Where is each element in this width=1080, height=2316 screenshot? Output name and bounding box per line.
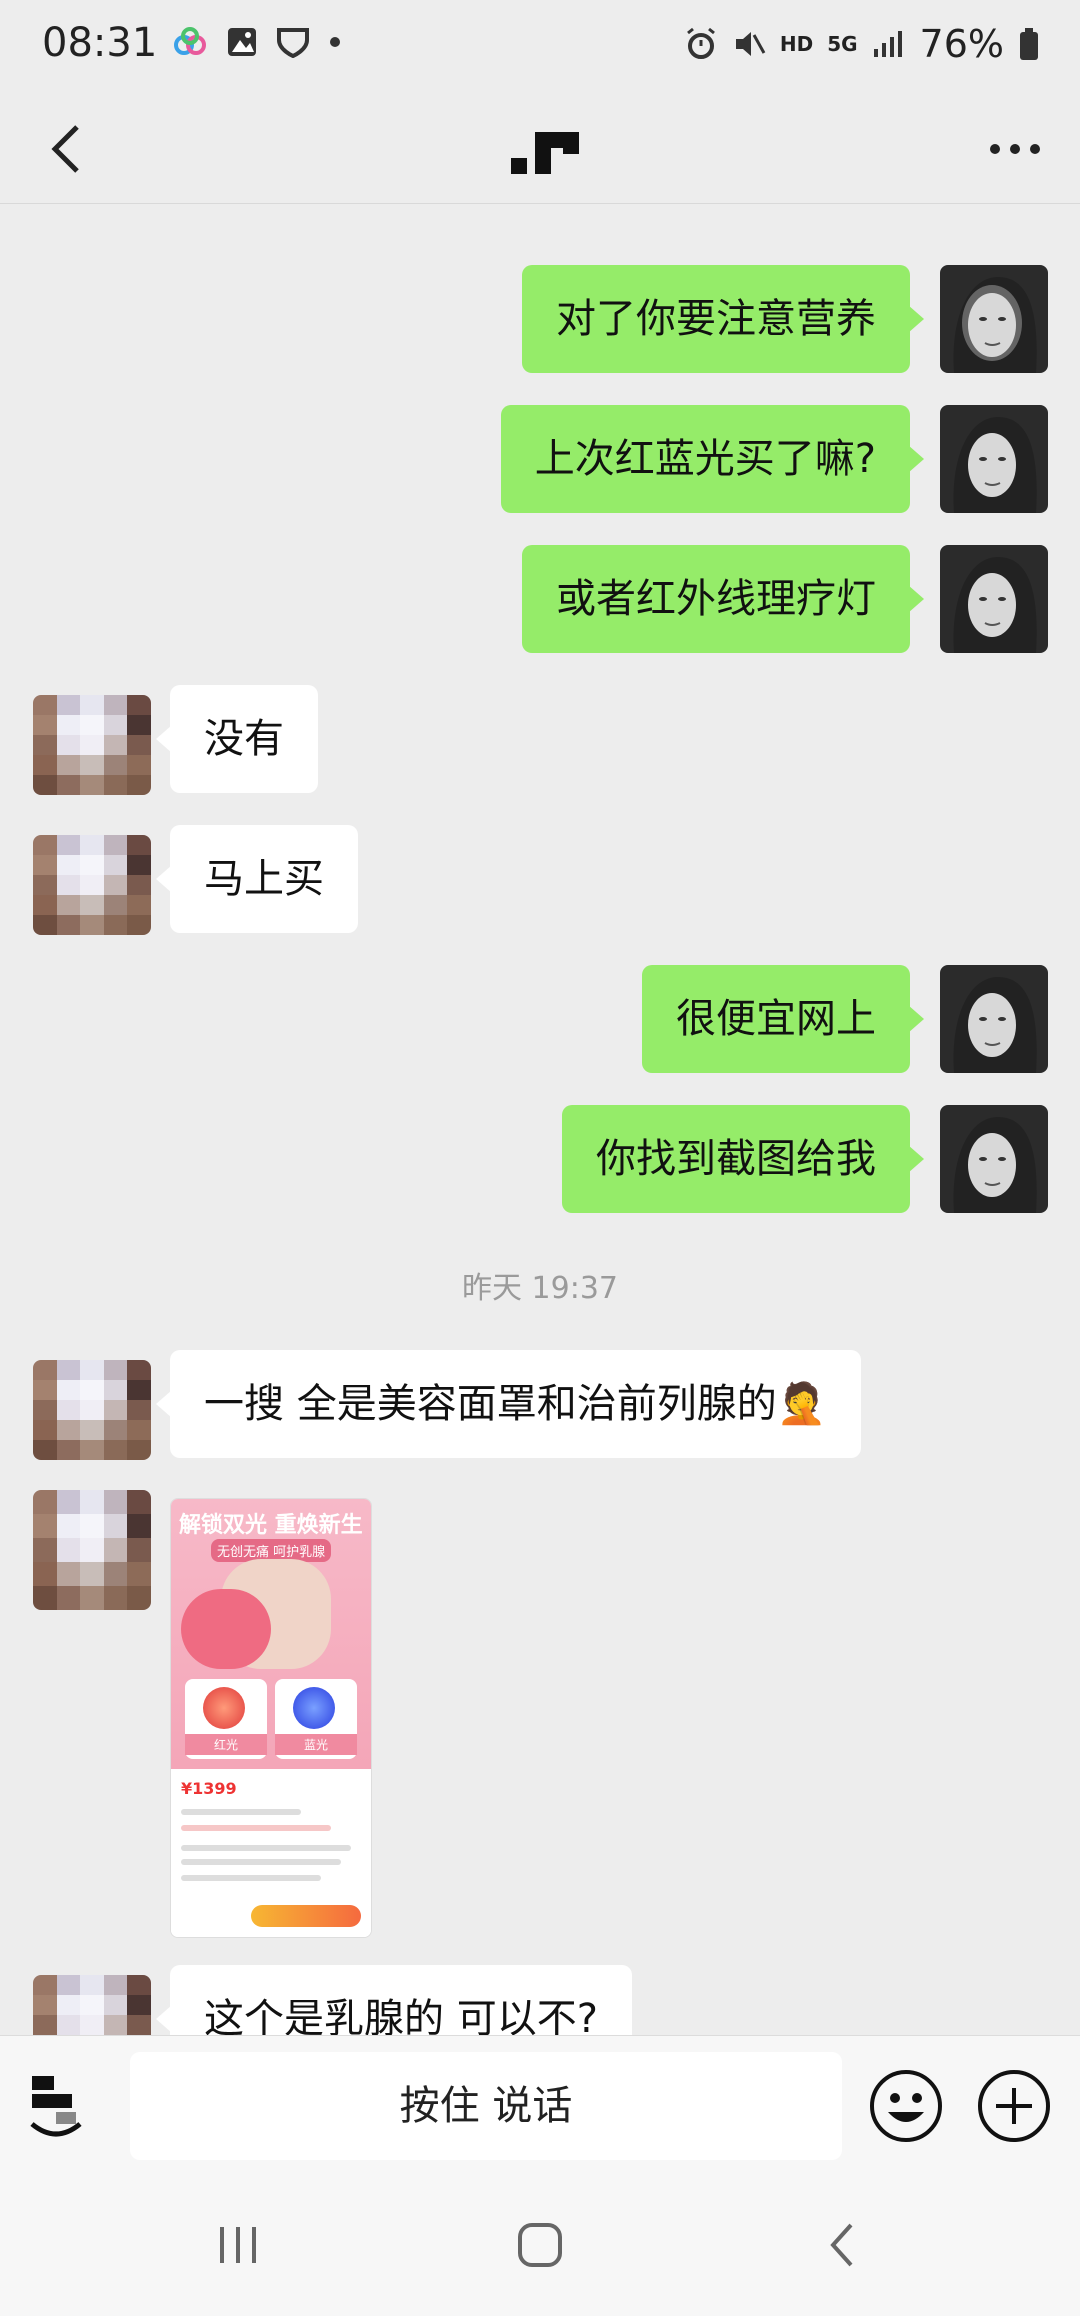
chat-input-bar: 按住 说话 xyxy=(0,2035,1080,2175)
hd-label: HD xyxy=(779,32,814,56)
app-logo-icon xyxy=(511,132,579,174)
my-avatar[interactable] xyxy=(940,405,1048,513)
pixelated-avatar-image xyxy=(33,1490,151,1610)
status-notification-icons xyxy=(172,26,342,58)
my-avatar-image xyxy=(940,1105,1048,1213)
pixelated-avatar-image xyxy=(33,1975,151,2035)
pixelated-avatar-image xyxy=(33,1360,151,1460)
received-message-bubble[interactable]: 这个是乳腺的 可以不? xyxy=(156,1965,632,2035)
sent-message-bubble[interactable]: 对了你要注意营养 xyxy=(522,265,924,373)
gallery-icon xyxy=(228,28,256,56)
back-button[interactable] xyxy=(30,114,100,184)
text-line xyxy=(181,1859,341,1865)
red-light-label: 红光 xyxy=(185,1734,267,1755)
shield-app-icon xyxy=(277,28,309,58)
blue-light-card: 蓝光 xyxy=(275,1679,357,1759)
plus-circle-icon xyxy=(978,2070,1050,2142)
status-time: 08:31 xyxy=(42,20,158,66)
more-dots-icon xyxy=(990,144,1040,154)
recent-apps-icon xyxy=(220,2227,256,2263)
mute-icon xyxy=(735,32,766,56)
text-line xyxy=(181,1875,321,1881)
voice-toggle-button[interactable] xyxy=(26,2066,106,2146)
received-message-bubble[interactable]: 一搜 全是美容面罩和治前列腺的🤦 xyxy=(156,1350,861,1458)
sent-message-bubble[interactable]: 或者红外线理疗灯 xyxy=(522,545,924,653)
chat-message-list[interactable]: 对了你要注意营养 上次红蓝光买了嘛? 或者红外线理疗灯 没有 马上买 很便宜网上… xyxy=(0,205,1080,2035)
system-navigation-bar xyxy=(0,2175,1080,2316)
my-avatar-image xyxy=(940,545,1048,653)
my-avatar-image xyxy=(940,265,1048,373)
smiley-icon xyxy=(870,2070,942,2142)
more-actions-button[interactable] xyxy=(976,2068,1052,2144)
emoji-button[interactable] xyxy=(868,2068,944,2144)
sent-message-bubble[interactable]: 你找到截图给我 xyxy=(562,1105,924,1213)
chat-header xyxy=(0,92,1080,204)
cloud-app-icon xyxy=(174,27,206,55)
hold-to-talk-button[interactable]: 按住 说话 xyxy=(130,2052,842,2160)
back-arrow-icon xyxy=(830,2223,853,2267)
text-line xyxy=(181,1809,301,1815)
buy-button-shape xyxy=(251,1905,361,1927)
blue-lamp-icon xyxy=(293,1687,335,1729)
product-image-header: 解锁双光 重焕新生 无创无痛 呵护乳腺 红光 蓝光 xyxy=(171,1499,371,1769)
received-message-bubble[interactable]: 马上买 xyxy=(156,825,358,933)
sent-message-bubble[interactable]: 上次红蓝光买了嘛? xyxy=(500,405,925,513)
received-message-bubble[interactable]: 没有 xyxy=(156,685,318,793)
network-label: 5G xyxy=(827,32,858,56)
alarm-icon xyxy=(686,27,715,59)
status-bar: 08:31 HD 5G 76% xyxy=(0,0,1080,92)
contact-avatar[interactable] xyxy=(33,835,151,935)
image-message[interactable]: 解锁双光 重焕新生 无创无痛 呵护乳腺 红光 蓝光 ¥1399 xyxy=(170,1498,372,1938)
contact-avatar[interactable] xyxy=(33,1360,151,1460)
pixelated-avatar-image xyxy=(33,835,151,935)
dot-icon xyxy=(330,37,340,47)
contact-avatar[interactable] xyxy=(33,1490,151,1610)
my-avatar[interactable] xyxy=(940,965,1048,1073)
my-avatar-image xyxy=(940,405,1048,513)
sent-message-bubble[interactable]: 很便宜网上 xyxy=(642,965,924,1073)
text-line xyxy=(181,1845,351,1851)
home-icon xyxy=(518,2223,562,2267)
message-timestamp: 昨天 19:37 xyxy=(462,1271,618,1306)
recent-apps-button[interactable] xyxy=(198,2215,278,2275)
more-options-button[interactable] xyxy=(980,114,1050,184)
signal-icon xyxy=(873,31,902,57)
red-lamp-icon xyxy=(203,1687,245,1729)
pixelated-avatar-image xyxy=(33,695,151,795)
product-device-shape xyxy=(181,1589,271,1669)
product-image-title: 解锁双光 重焕新生 xyxy=(179,1513,363,1538)
text-line xyxy=(181,1825,331,1831)
contact-avatar[interactable] xyxy=(33,1975,151,2035)
my-avatar[interactable] xyxy=(940,1105,1048,1213)
chevron-left-icon xyxy=(51,125,79,173)
product-price: ¥1399 xyxy=(181,1779,237,1798)
my-avatar-image xyxy=(940,965,1048,1073)
blue-light-label: 蓝光 xyxy=(275,1734,357,1755)
home-button[interactable] xyxy=(500,2215,580,2275)
battery-icon xyxy=(1020,28,1038,60)
battery-percent: 76% xyxy=(919,22,1004,66)
product-image-details: ¥1399 xyxy=(171,1769,371,1937)
red-light-card: 红光 xyxy=(185,1679,267,1759)
system-back-button[interactable] xyxy=(802,2215,882,2275)
voice-icon xyxy=(30,2076,82,2137)
status-system-icons: HD 5G 76% xyxy=(684,22,1040,66)
my-avatar[interactable] xyxy=(940,545,1048,653)
my-avatar[interactable] xyxy=(940,265,1048,373)
contact-avatar[interactable] xyxy=(33,695,151,795)
